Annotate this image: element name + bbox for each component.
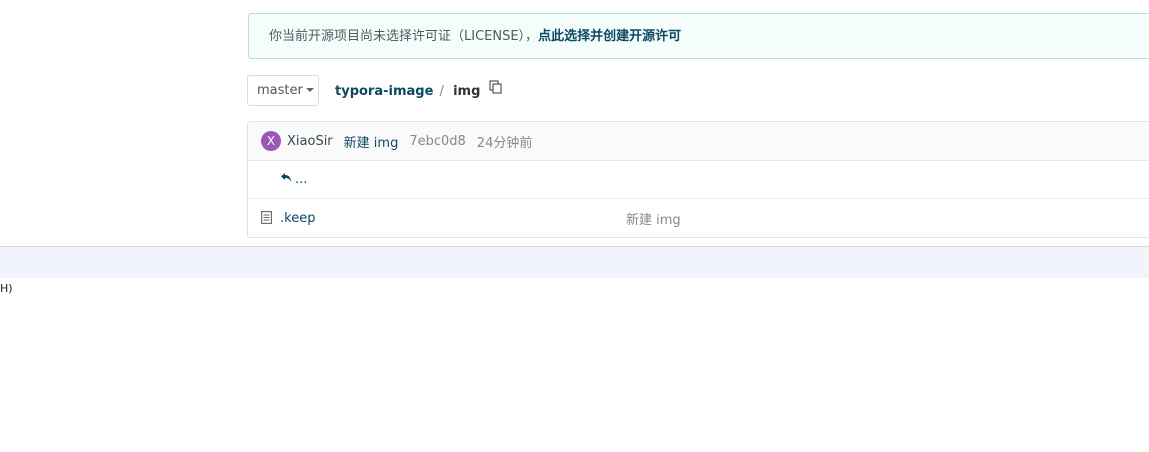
file-commit-link[interactable]: 新建 img	[626, 209, 681, 228]
file-list: X XiaoSir 新建 img 7ebc0d8 24分钟前 ... .keep…	[247, 121, 1149, 238]
commit-message-link[interactable]: 新建 img	[344, 132, 399, 151]
bottom-panel-text: H)	[0, 282, 13, 295]
breadcrumb-separator: /	[439, 84, 444, 99]
branch-select[interactable]: master	[247, 75, 319, 106]
commit-author-link[interactable]: XiaoSir	[287, 134, 333, 149]
latest-commit-row: X XiaoSir 新建 img 7ebc0d8 24分钟前	[248, 122, 1149, 161]
breadcrumb-repo-link[interactable]: typora-image	[335, 84, 433, 99]
avatar[interactable]: X	[261, 131, 281, 151]
create-license-link[interactable]: 点此选择并创建开源许可	[538, 29, 681, 44]
bottom-toolbar	[0, 247, 1149, 278]
license-notice-text: 你当前开源项目尚未选择许可证（LICENSE），	[269, 29, 539, 44]
breadcrumb-current-folder: img	[453, 84, 481, 99]
caret-down-icon	[305, 87, 314, 92]
parent-directory-link[interactable]: ...	[248, 161, 1149, 199]
breadcrumb: typora-image / img	[335, 80, 502, 101]
commit-time: 24分钟前	[476, 135, 533, 151]
parent-directory-label: ...	[295, 172, 308, 187]
branch-label: master	[257, 83, 303, 98]
reply-arrow-icon	[280, 172, 292, 187]
file-icon	[261, 211, 272, 228]
copy-icon[interactable]	[488, 80, 502, 100]
commit-hash-link[interactable]: 7ebc0d8	[409, 134, 465, 149]
license-notice: 你当前开源项目尚未选择许可证（LICENSE），点此选择并创建开源许可	[248, 13, 1149, 59]
table-row: .keep 新建 img	[248, 199, 1149, 237]
file-name-link[interactable]: .keep	[280, 211, 315, 226]
